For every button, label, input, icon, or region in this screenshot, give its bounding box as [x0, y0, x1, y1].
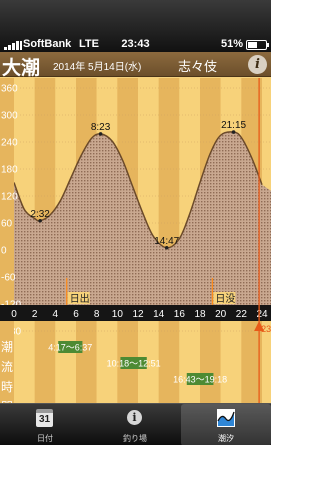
- fishing-window-label: 4:17～6:37: [48, 343, 92, 353]
- y-tick-label: 60: [1, 219, 13, 230]
- y-tick-label: 0: [1, 246, 7, 257]
- windows-label-char: 流: [1, 360, 13, 374]
- tide-extreme-label: 21:15: [221, 120, 246, 131]
- x-tick-label: 18: [194, 309, 206, 320]
- info-button[interactable]: i: [248, 55, 267, 74]
- tab-bar: 31 日付 i 釣り場 潮汐: [0, 403, 271, 446]
- tab-fishing-spot[interactable]: i 釣り場: [90, 404, 180, 446]
- sunrise-label: 日出: [70, 292, 90, 305]
- info-icon: i: [127, 410, 142, 425]
- status-bar: SoftBank LTE 23:43 51%: [0, 0, 271, 52]
- tab-tide[interactable]: 潮汐: [181, 404, 271, 446]
- x-tick-label: 0: [11, 309, 17, 320]
- battery-percent: 51%: [220, 38, 243, 50]
- y-tick-label: 120: [1, 192, 18, 203]
- status-row: SoftBank LTE 23:43 51%: [0, 38, 271, 52]
- fishing-window-label: 16:43～19:18: [173, 375, 227, 385]
- tide-chart: 360300240180120600-60-120-180 2:328:2314…: [0, 78, 271, 403]
- y-tick-label: 300: [1, 111, 18, 122]
- x-tick-label: 20: [215, 309, 227, 320]
- x-tick-label: 2: [32, 309, 38, 320]
- y-tick-label: 240: [1, 138, 18, 149]
- tide-extreme-label: 2:32: [30, 209, 50, 220]
- tab-date-label: 日付: [37, 434, 53, 443]
- tide-extreme-label: 8:23: [91, 122, 111, 133]
- y-tick-label: -60: [1, 273, 16, 284]
- x-tick-label: 8: [94, 309, 100, 320]
- x-tick-label: 16: [174, 309, 186, 320]
- sunset-label: 日没: [215, 293, 235, 305]
- tide-extreme-label: 14:47: [154, 236, 179, 247]
- tab-tide-label: 潮汐: [218, 434, 234, 443]
- fishing-window-label: 10:18～12:51: [107, 359, 161, 369]
- tab-fishing-spot-label: 釣り場: [123, 434, 147, 443]
- y-tick-label: 180: [1, 165, 18, 176]
- tab-date[interactable]: 31 日付: [0, 404, 90, 446]
- y-tick-label: 360: [1, 84, 18, 95]
- battery-icon: [246, 40, 269, 50]
- windows-label-char: 潮: [1, 339, 13, 354]
- wave-icon: [217, 409, 235, 427]
- calendar-icon: 31: [36, 409, 53, 427]
- current-time-label: 23: [261, 324, 271, 334]
- place-name: 志々伎: [178, 59, 218, 74]
- x-tick-label: 4: [53, 309, 59, 320]
- x-tick-label: 12: [132, 309, 144, 320]
- windows-label-char: 時: [1, 380, 13, 394]
- bottom-area: [0, 445, 271, 480]
- x-tick-label: 14: [153, 309, 165, 320]
- header-bar: 大潮 2014年 5月14日(水) 志々伎 i: [0, 52, 271, 79]
- tide-type-label: 大潮: [2, 58, 41, 79]
- x-tick-label: 22: [236, 309, 248, 320]
- app-screen: SoftBank LTE 23:43 51% 大潮 2014年 5月14日(水)…: [0, 0, 271, 480]
- x-tick-label: 10: [112, 309, 124, 320]
- date-label: 2014年 5月14日(水): [53, 62, 142, 73]
- x-tick-label: 24: [256, 309, 268, 320]
- x-tick-label: 6: [73, 309, 79, 320]
